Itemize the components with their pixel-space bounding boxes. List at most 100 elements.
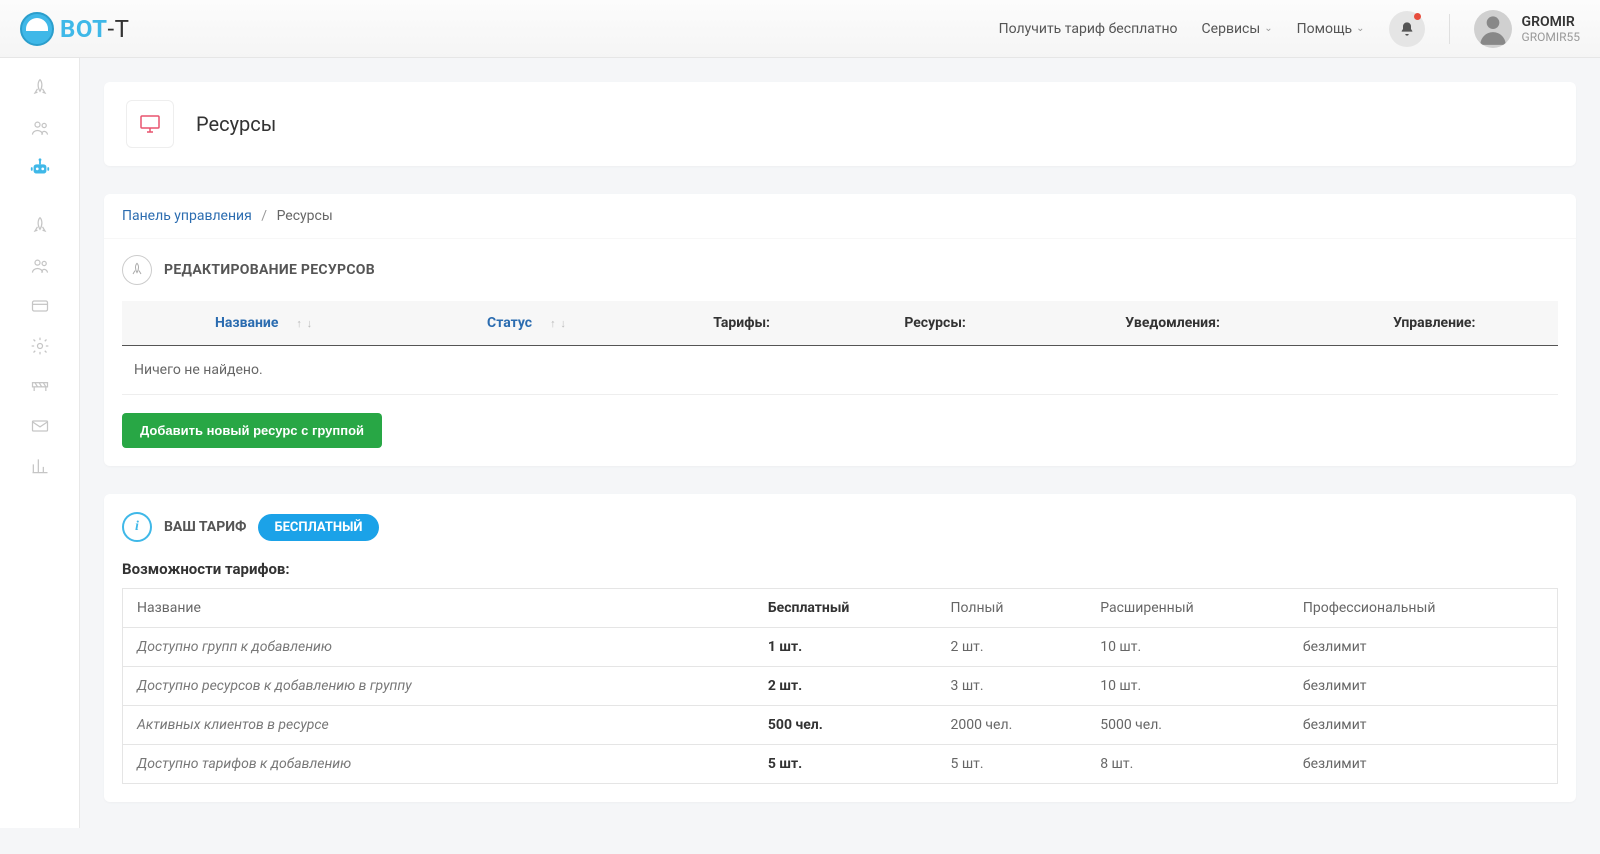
user-name: GROMIR	[1522, 14, 1580, 30]
section-head: РЕДАКТИРОВАНИЕ РЕСУРСОВ	[104, 239, 1576, 301]
empty-message: Ничего не найдено.	[122, 346, 1558, 395]
sort-icon: ↑ ↓	[296, 317, 313, 330]
gear-icon	[30, 336, 50, 356]
sidebar-item-mail[interactable]	[0, 406, 79, 446]
feat-col-name: Название	[123, 589, 754, 628]
breadcrumb-current: Ресурсы	[277, 208, 333, 224]
feat-free: 500 чел.	[754, 706, 937, 745]
users-icon	[29, 256, 51, 276]
header-link-free-tariff[interactable]: Получить тариф бесплатно	[999, 21, 1178, 37]
logo[interactable]: BOT-T	[20, 12, 129, 46]
page-title: Ресурсы	[196, 112, 276, 136]
feat-free: 5 шт.	[754, 745, 937, 784]
sidebar-item-bot[interactable]	[0, 148, 79, 188]
feat-ext: 10 шт.	[1086, 628, 1289, 667]
feat-full: 2000 чел.	[936, 706, 1086, 745]
col-resources: Ресурсы:	[836, 301, 1035, 346]
feat-free: 1 шт.	[754, 628, 937, 667]
tariff-badge: БЕСПЛАТНЫЙ	[258, 514, 378, 541]
chevron-down-icon: ⌄	[1264, 23, 1272, 34]
chart-icon	[30, 456, 50, 476]
breadcrumb-root[interactable]: Панель управления	[122, 208, 252, 224]
info-icon: i	[122, 512, 152, 542]
resources-table: Название↑ ↓ Статус↑ ↓ Тарифы: Ресурсы: У…	[122, 301, 1558, 395]
page-icon-box	[126, 100, 174, 148]
table-row-empty: Ничего не найдено.	[122, 346, 1558, 395]
main: Ресурсы Панель управления / Ресурсы РЕДА…	[80, 58, 1600, 854]
sidebar-item-stats[interactable]	[0, 446, 79, 486]
sidebar-item-rocket2[interactable]	[0, 206, 79, 246]
breadcrumb-sep: /	[261, 208, 267, 224]
rocket-icon	[30, 78, 50, 98]
feat-pro: безлимит	[1289, 745, 1558, 784]
sidebar-item-users2[interactable]	[0, 246, 79, 286]
header-link-label: Помощь	[1297, 21, 1353, 37]
feat-full: 5 шт.	[936, 745, 1086, 784]
col-notifications: Уведомления:	[1035, 301, 1311, 346]
resources-card: Панель управления / Ресурсы РЕДАКТИРОВАН…	[104, 194, 1576, 466]
mail-icon	[30, 416, 50, 436]
header-link-services[interactable]: Сервисы ⌄	[1202, 21, 1273, 37]
resources-table-wrap: Название↑ ↓ Статус↑ ↓ Тарифы: Ресурсы: У…	[104, 301, 1576, 413]
header-link-help[interactable]: Помощь ⌄	[1297, 21, 1365, 37]
features-title: Возможности тарифов:	[122, 560, 1558, 578]
rocket-circle-icon	[122, 255, 152, 285]
feat-ext: 10 шт.	[1086, 667, 1289, 706]
user-menu[interactable]: GROMIR GROMIR55	[1474, 10, 1580, 48]
chevron-down-icon: ⌄	[1356, 23, 1364, 34]
feat-ext: 8 шт.	[1086, 745, 1289, 784]
sidebar-item-barrier[interactable]	[0, 366, 79, 406]
table-row: Доступно тарифов к добавлению5 шт.5 шт.8…	[123, 745, 1558, 784]
table-row: Активных клиентов в ресурсе500 чел.2000 …	[123, 706, 1558, 745]
sidebar-item-users[interactable]	[0, 108, 79, 148]
col-name[interactable]: Название↑ ↓	[122, 301, 406, 346]
page-header: Ресурсы	[104, 82, 1576, 166]
logo-text: BOT-T	[60, 15, 129, 43]
notifications-button[interactable]	[1389, 11, 1425, 47]
feat-pro: безлимит	[1289, 667, 1558, 706]
feat-ext: 5000 чел.	[1086, 706, 1289, 745]
feat-col-pro: Профессиональный	[1289, 589, 1558, 628]
card-icon	[30, 296, 50, 316]
sort-icon: ↑ ↓	[550, 317, 567, 330]
feat-label: Доступно ресурсов к добавлению в группу	[123, 667, 754, 706]
header: BOT-T Получить тариф бесплатно Сервисы ⌄…	[0, 0, 1600, 58]
feat-col-free: Бесплатный	[754, 589, 937, 628]
col-tariffs: Тарифы:	[648, 301, 836, 346]
table-row: Доступно групп к добавлению1 шт.2 шт.10 …	[123, 628, 1558, 667]
table-row: Название Бесплатный Полный Расширенный П…	[123, 589, 1558, 628]
divider	[1449, 14, 1450, 44]
add-resource-button[interactable]: Добавить новый ресурс с группой	[122, 413, 382, 448]
feat-label: Активных клиентов в ресурсе	[123, 706, 754, 745]
breadcrumb: Панель управления / Ресурсы	[104, 194, 1576, 239]
feat-col-ext: Расширенный	[1086, 589, 1289, 628]
monitor-icon	[137, 112, 163, 136]
feat-full: 3 шт.	[936, 667, 1086, 706]
robot-icon	[28, 157, 52, 179]
tariff-title: ВАШ ТАРИФ	[164, 519, 246, 535]
tariff-head: i ВАШ ТАРИФ БЕСПЛАТНЫЙ	[104, 494, 1576, 560]
feat-full: 2 шт.	[936, 628, 1086, 667]
col-status[interactable]: Статус↑ ↓	[406, 301, 648, 346]
barrier-icon	[29, 376, 51, 396]
feat-label: Доступно тарифов к добавлению	[123, 745, 754, 784]
header-link-label: Сервисы	[1202, 21, 1261, 37]
feat-free: 2 шт.	[754, 667, 937, 706]
table-row: Доступно ресурсов к добавлению в группу2…	[123, 667, 1558, 706]
feat-pro: безлимит	[1289, 706, 1558, 745]
sidebar-item-rocket[interactable]	[0, 68, 79, 108]
notification-dot	[1414, 13, 1421, 20]
sidebar-item-card[interactable]	[0, 286, 79, 326]
avatar	[1474, 10, 1512, 48]
section-title: РЕДАКТИРОВАНИЕ РЕСУРСОВ	[164, 262, 375, 278]
bell-icon	[1399, 21, 1415, 37]
sidebar-item-settings[interactable]	[0, 326, 79, 366]
logo-icon	[20, 12, 54, 46]
sidebar	[0, 58, 80, 828]
tariff-card: i ВАШ ТАРИФ БЕСПЛАТНЫЙ Возможности тариф…	[104, 494, 1576, 802]
users-icon	[29, 118, 51, 138]
col-manage: Управление:	[1311, 301, 1558, 346]
feat-col-full: Полный	[936, 589, 1086, 628]
feat-label: Доступно групп к добавлению	[123, 628, 754, 667]
rocket-icon	[30, 216, 50, 236]
